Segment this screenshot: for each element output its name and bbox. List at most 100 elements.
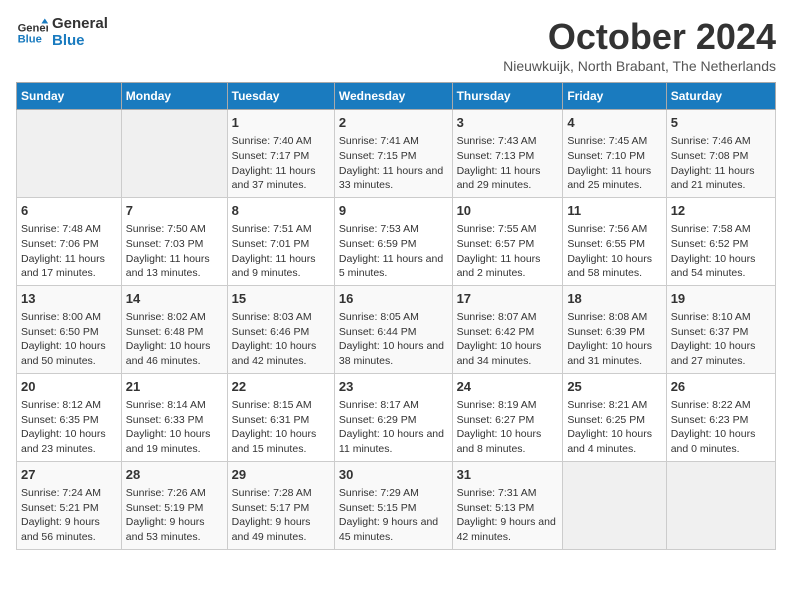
day-cell: 22 Sunrise: 8:15 AM Sunset: 6:31 PM Dayli… — [227, 373, 334, 461]
day-content: Sunrise: 8:15 AM Sunset: 6:31 PM Dayligh… — [232, 398, 330, 457]
header-day-monday: Monday — [121, 83, 227, 110]
day-content: Sunrise: 8:00 AM Sunset: 6:50 PM Dayligh… — [21, 310, 117, 369]
day-number: 13 — [21, 290, 117, 308]
day-content: Sunrise: 8:03 AM Sunset: 6:46 PM Dayligh… — [232, 310, 330, 369]
day-content: Sunrise: 7:24 AM Sunset: 5:21 PM Dayligh… — [21, 486, 117, 545]
day-content: Sunrise: 7:50 AM Sunset: 7:03 PM Dayligh… — [126, 222, 223, 281]
day-cell: 30Sunrise: 7:29 AM Sunset: 5:15 PM Dayli… — [334, 461, 452, 549]
day-content: Sunrise: 8:02 AM Sunset: 6:48 PM Dayligh… — [126, 310, 223, 369]
day-number: 8 — [232, 202, 330, 220]
logo-blue: Blue — [52, 33, 108, 50]
day-content: Sunrise: 8:22 AM Sunset: 6:23 PM Dayligh… — [671, 398, 771, 457]
day-cell: 29 Sunrise: 7:28 AM Sunset: 5:17 PM Dayli… — [227, 461, 334, 549]
day-number: 29 — [232, 466, 330, 484]
day-cell: 26 Sunrise: 8:22 AM Sunset: 6:23 PM Dayli… — [666, 373, 775, 461]
day-cell: 10Sunrise: 7:55 AM Sunset: 6:57 PM Dayli… — [452, 197, 563, 285]
day-number: 6 — [21, 202, 117, 220]
day-content: Sunrise: 7:43 AM Sunset: 7:13 PM Dayligh… — [457, 134, 559, 193]
day-cell: 13 Sunrise: 8:00 AM Sunset: 6:50 PM Dayli… — [17, 285, 122, 373]
header-day-wednesday: Wednesday — [334, 83, 452, 110]
day-number: 18 — [567, 290, 661, 308]
day-number: 28 — [126, 466, 223, 484]
day-number: 16 — [339, 290, 448, 308]
day-content: Sunrise: 7:28 AM Sunset: 5:17 PM Dayligh… — [232, 486, 330, 545]
day-cell: 7 Sunrise: 7:50 AM Sunset: 7:03 PM Daylig… — [121, 197, 227, 285]
day-content: Sunrise: 7:56 AM Sunset: 6:55 PM Dayligh… — [567, 222, 661, 281]
day-content: Sunrise: 7:46 AM Sunset: 7:08 PM Dayligh… — [671, 134, 771, 193]
header-day-friday: Friday — [563, 83, 666, 110]
header-day-saturday: Saturday — [666, 83, 775, 110]
day-number: 12 — [671, 202, 771, 220]
day-cell: 19 Sunrise: 8:10 AM Sunset: 6:37 PM Dayli… — [666, 285, 775, 373]
day-content: Sunrise: 7:45 AM Sunset: 7:10 PM Dayligh… — [567, 134, 661, 193]
day-cell: 17 Sunrise: 8:07 AM Sunset: 6:42 PM Dayli… — [452, 285, 563, 373]
day-content: Sunrise: 7:26 AM Sunset: 5:19 PM Dayligh… — [126, 486, 223, 545]
day-number: 14 — [126, 290, 223, 308]
day-cell — [563, 461, 666, 549]
day-cell: 9Sunrise: 7:53 AM Sunset: 6:59 PM Daylig… — [334, 197, 452, 285]
day-number: 17 — [457, 290, 559, 308]
day-number: 3 — [457, 114, 559, 132]
day-cell: 6 Sunrise: 7:48 AM Sunset: 7:06 PM Daylig… — [17, 197, 122, 285]
day-number: 26 — [671, 378, 771, 396]
logo-icon: General Blue — [16, 17, 48, 49]
day-cell: 27 Sunrise: 7:24 AM Sunset: 5:21 PM Dayli… — [17, 461, 122, 549]
day-content: Sunrise: 7:51 AM Sunset: 7:01 PM Dayligh… — [232, 222, 330, 281]
day-number: 22 — [232, 378, 330, 396]
day-number: 15 — [232, 290, 330, 308]
day-number: 7 — [126, 202, 223, 220]
day-content: Sunrise: 7:48 AM Sunset: 7:06 PM Dayligh… — [21, 222, 117, 281]
day-cell: 14 Sunrise: 8:02 AM Sunset: 6:48 PM Dayli… — [121, 285, 227, 373]
day-content: Sunrise: 8:12 AM Sunset: 6:35 PM Dayligh… — [21, 398, 117, 457]
day-number: 1 — [232, 114, 330, 132]
day-number: 24 — [457, 378, 559, 396]
day-cell: 23 Sunrise: 8:17 AM Sunset: 6:29 PM Dayli… — [334, 373, 452, 461]
logo-general: General — [52, 16, 108, 33]
day-cell: 1 Sunrise: 7:40 AM Sunset: 7:17 PM Daylig… — [227, 110, 334, 198]
day-number: 23 — [339, 378, 448, 396]
day-cell: 24Sunrise: 8:19 AM Sunset: 6:27 PM Dayli… — [452, 373, 563, 461]
day-cell: 28 Sunrise: 7:26 AM Sunset: 5:19 PM Dayli… — [121, 461, 227, 549]
day-content: Sunrise: 7:55 AM Sunset: 6:57 PM Dayligh… — [457, 222, 559, 281]
week-row-2: 6 Sunrise: 7:48 AM Sunset: 7:06 PM Daylig… — [17, 197, 776, 285]
logo: General Blue General Blue — [16, 16, 108, 49]
day-cell — [121, 110, 227, 198]
day-cell: 21Sunrise: 8:14 AM Sunset: 6:33 PM Dayli… — [121, 373, 227, 461]
day-content: Sunrise: 8:07 AM Sunset: 6:42 PM Dayligh… — [457, 310, 559, 369]
title-block: October 2024 Nieuwkuijk, North Brabant, … — [503, 16, 776, 74]
day-number: 11 — [567, 202, 661, 220]
day-content: Sunrise: 8:21 AM Sunset: 6:25 PM Dayligh… — [567, 398, 661, 457]
day-cell: 25Sunrise: 8:21 AM Sunset: 6:25 PM Dayli… — [563, 373, 666, 461]
day-number: 2 — [339, 114, 448, 132]
svg-text:Blue: Blue — [18, 33, 42, 45]
week-row-5: 27 Sunrise: 7:24 AM Sunset: 5:21 PM Dayli… — [17, 461, 776, 549]
day-content: Sunrise: 7:29 AM Sunset: 5:15 PM Dayligh… — [339, 486, 448, 545]
day-cell: 3 Sunrise: 7:43 AM Sunset: 7:13 PM Daylig… — [452, 110, 563, 198]
day-number: 4 — [567, 114, 661, 132]
day-content: Sunrise: 8:17 AM Sunset: 6:29 PM Dayligh… — [339, 398, 448, 457]
day-number: 27 — [21, 466, 117, 484]
week-row-3: 13 Sunrise: 8:00 AM Sunset: 6:50 PM Dayli… — [17, 285, 776, 373]
header-day-thursday: Thursday — [452, 83, 563, 110]
month-title: October 2024 — [503, 16, 776, 58]
day-cell — [17, 110, 122, 198]
day-number: 5 — [671, 114, 771, 132]
header-day-tuesday: Tuesday — [227, 83, 334, 110]
day-content: Sunrise: 7:41 AM Sunset: 7:15 PM Dayligh… — [339, 134, 448, 193]
week-row-4: 20 Sunrise: 8:12 AM Sunset: 6:35 PM Dayli… — [17, 373, 776, 461]
day-content: Sunrise: 7:58 AM Sunset: 6:52 PM Dayligh… — [671, 222, 771, 281]
day-cell: 11 Sunrise: 7:56 AM Sunset: 6:55 PM Dayli… — [563, 197, 666, 285]
page-header: General Blue General Blue October 2024 N… — [16, 16, 776, 74]
day-cell: 20 Sunrise: 8:12 AM Sunset: 6:35 PM Dayli… — [17, 373, 122, 461]
day-cell: 8 Sunrise: 7:51 AM Sunset: 7:01 PM Daylig… — [227, 197, 334, 285]
day-content: Sunrise: 8:10 AM Sunset: 6:37 PM Dayligh… — [671, 310, 771, 369]
day-number: 20 — [21, 378, 117, 396]
day-number: 9 — [339, 202, 448, 220]
day-cell: 2 Sunrise: 7:41 AM Sunset: 7:15 PM Daylig… — [334, 110, 452, 198]
day-cell: 15 Sunrise: 8:03 AM Sunset: 6:46 PM Dayli… — [227, 285, 334, 373]
header-row: SundayMondayTuesdayWednesdayThursdayFrid… — [17, 83, 776, 110]
day-number: 19 — [671, 290, 771, 308]
day-content: Sunrise: 8:14 AM Sunset: 6:33 PM Dayligh… — [126, 398, 223, 457]
day-content: Sunrise: 7:40 AM Sunset: 7:17 PM Dayligh… — [232, 134, 330, 193]
day-cell: 18Sunrise: 8:08 AM Sunset: 6:39 PM Dayli… — [563, 285, 666, 373]
